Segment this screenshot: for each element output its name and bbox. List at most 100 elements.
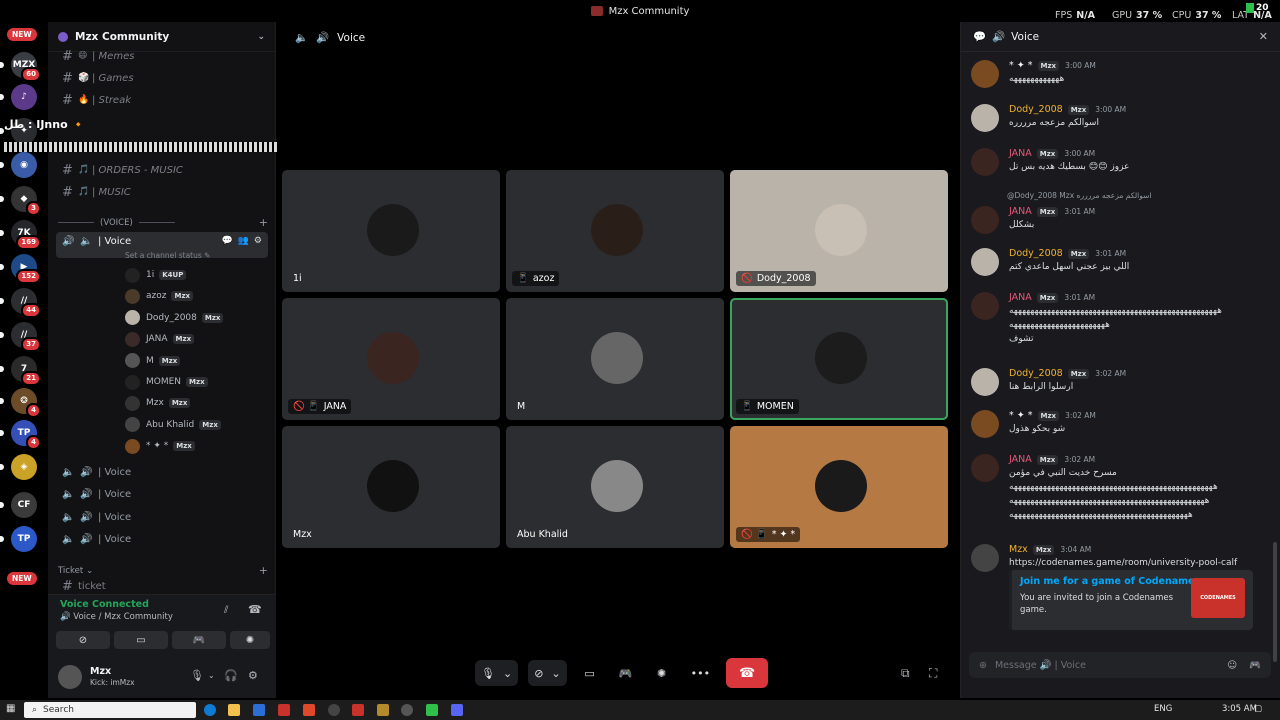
channel-status[interactable]: Set a channel status ✎ <box>125 251 210 260</box>
server-icon[interactable]: ▶ 152 <box>11 254 41 284</box>
voice-user[interactable]: 1i K4UP <box>125 265 275 285</box>
brave-icon[interactable] <box>303 704 315 716</box>
category-voice[interactable]: (VOICE) + <box>58 216 268 229</box>
invite-icon[interactable]: 👥 <box>238 236 249 246</box>
game-icon[interactable]: 🎮 <box>1249 660 1261 671</box>
server-icon[interactable]: 7K 169 <box>11 220 41 250</box>
soundboard-button[interactable]: ✺ <box>230 631 270 649</box>
more-button[interactable]: ••• <box>685 660 716 686</box>
author-name[interactable]: JANA <box>1009 206 1032 217</box>
screen-share-button[interactable]: ▭ <box>577 660 603 686</box>
author-name[interactable]: Dody_2008 <box>1009 248 1063 259</box>
emoji-icon[interactable]: ☺ <box>1227 660 1237 671</box>
popout-icon[interactable]: ⧉ <box>901 666 910 681</box>
avatar[interactable] <box>971 454 999 482</box>
server-icon[interactable]: CF <box>11 492 37 518</box>
category-ticket[interactable]: Ticket ⌄ + <box>58 564 268 577</box>
disconnect-icon[interactable]: ☎ <box>248 603 262 616</box>
voice-channel[interactable]: 🔈 🔊 | Voice <box>56 507 268 527</box>
author-name[interactable]: Mzx <box>1009 544 1028 555</box>
server-icon[interactable]: 7 21 <box>11 356 41 386</box>
chevron-down-icon[interactable]: ⌄ <box>208 671 215 680</box>
notification-icon[interactable]: ▢ <box>1254 704 1262 714</box>
explorer-icon[interactable] <box>228 704 240 716</box>
voice-channel[interactable]: 🔈 🔊 | Voice <box>56 485 268 505</box>
chevron-down-icon[interactable]: ⌄ <box>257 32 265 42</box>
app-icon[interactable] <box>377 704 389 716</box>
voice-user[interactable]: * ✦ *Mzx⊘ <box>125 436 275 456</box>
app-icon[interactable] <box>426 704 438 716</box>
voice-channel[interactable]: 🔈 🔊 | Voice <box>56 462 268 482</box>
noise-suppression-icon[interactable]: ⫽ <box>224 605 228 616</box>
server-icon[interactable]: //37 <box>11 322 41 352</box>
fullscreen-icon[interactable]: ⛶ <box>929 666 937 681</box>
app-icon[interactable] <box>352 704 364 716</box>
voice-status[interactable]: Voice Connected <box>60 599 149 610</box>
server-icon[interactable]: ❂ 4 <box>11 388 41 418</box>
chat-icon[interactable]: 💬 <box>221 236 232 246</box>
voice-user[interactable]: Mzx Mzx <box>125 393 275 413</box>
avatar[interactable] <box>971 292 999 320</box>
steam-icon[interactable] <box>401 704 413 716</box>
author-name[interactable]: * ✦ * <box>1009 410 1033 421</box>
activity-button[interactable]: 🎮 <box>613 660 639 686</box>
server-icon[interactable]: ◉ <box>11 152 37 178</box>
gear-icon[interactable]: ⚙ <box>254 236 262 246</box>
video-tile[interactable]: 📱 MOMEN <box>730 298 948 420</box>
voice-user[interactable]: azoz Mzx <box>125 286 275 306</box>
windows-start-icon[interactable]: ▦ <box>6 703 15 714</box>
embed-title[interactable]: Join me for a game of Codenames <box>1020 576 1200 587</box>
news-icon[interactable] <box>278 704 290 716</box>
mic-icon[interactable]: 🎙 <box>190 669 204 682</box>
channel-item[interactable]: # 🔥 | Streak <box>56 90 268 110</box>
channel-item[interactable]: # 🎵 | ORDERS - MUSIC <box>56 160 268 180</box>
author-name[interactable]: * ✦ * <box>1009 60 1033 71</box>
avatar[interactable] <box>58 665 82 689</box>
taskbar-search[interactable]: ⌕ Search <box>24 702 196 718</box>
server-icon[interactable]: //44 <box>11 288 41 318</box>
channel-item[interactable]: # 🎲 | Games <box>56 68 268 88</box>
mic-toggle[interactable]: 🎙 ⌄ <box>475 660 519 686</box>
server-icon[interactable]: ◈ <box>11 454 37 480</box>
avatar[interactable] <box>971 544 999 572</box>
gear-icon[interactable]: ⚙ <box>248 669 258 682</box>
author-name[interactable]: Dody_2008 <box>1009 104 1063 115</box>
server-icon[interactable]: ◆ 3 <box>11 186 41 216</box>
add-channel-icon[interactable]: + <box>259 564 268 577</box>
voice-user[interactable]: MOMEN Mzx <box>125 372 275 392</box>
video-tile[interactable]: 🚫 📱 * ✦ * <box>730 426 948 548</box>
store-icon[interactable] <box>253 704 265 716</box>
soundboard-button[interactable]: ✺ <box>649 660 675 686</box>
leave-call-button[interactable]: ☎ <box>726 658 769 688</box>
message-input[interactable]: ⊕ Message 🔊 | Voice ☺ 🎮 <box>969 652 1271 678</box>
video-tile[interactable]: M <box>506 298 724 420</box>
author-name[interactable]: JANA <box>1009 454 1032 465</box>
voice-location[interactable]: 🔊 Voice / Mzx Community <box>60 612 173 622</box>
clock[interactable]: 3:05 AM <box>1222 704 1257 714</box>
author-name[interactable]: Dody_2008 <box>1009 368 1063 379</box>
add-channel-icon[interactable]: + <box>259 216 268 229</box>
chat-scrollbar[interactable] <box>1273 542 1277 662</box>
video-off-button[interactable]: ⊘ <box>56 631 110 649</box>
embed-image[interactable]: CODENAMES <box>1191 578 1245 618</box>
server-icon[interactable]: ♪ <box>11 84 37 110</box>
voice-user[interactable]: Abu Khalid Mzx <box>125 415 275 435</box>
channel-item[interactable]: # 😄 | Memes <box>56 46 268 66</box>
server-icon[interactable]: TP 4 <box>11 420 41 450</box>
language-indicator[interactable]: ENG <box>1154 704 1172 714</box>
activity-button[interactable]: 🎮 <box>172 631 226 649</box>
voice-user[interactable]: Dody_2008Mzx⊘ <box>125 308 275 328</box>
server-icon[interactable]: MZX 60 <box>11 52 41 82</box>
camera-toggle[interactable]: ⊘ ⌄ <box>528 660 567 686</box>
voice-user[interactable]: JANAMzx⊘ <box>125 329 275 349</box>
video-tile[interactable]: 1i <box>282 170 500 292</box>
edge-icon[interactable] <box>204 704 216 716</box>
avatar[interactable] <box>971 148 999 176</box>
video-tile[interactable]: 🚫 📱 JANA <box>282 298 500 420</box>
discord-icon[interactable] <box>451 704 463 716</box>
voice-channel[interactable]: 🔈 🔊 | Voice <box>56 530 268 550</box>
screen-share-button[interactable]: ▭ <box>114 631 168 649</box>
channel-ticket[interactable]: # ticket <box>56 579 268 594</box>
avatar[interactable] <box>971 60 999 88</box>
video-tile[interactable]: 📱 azoz <box>506 170 724 292</box>
